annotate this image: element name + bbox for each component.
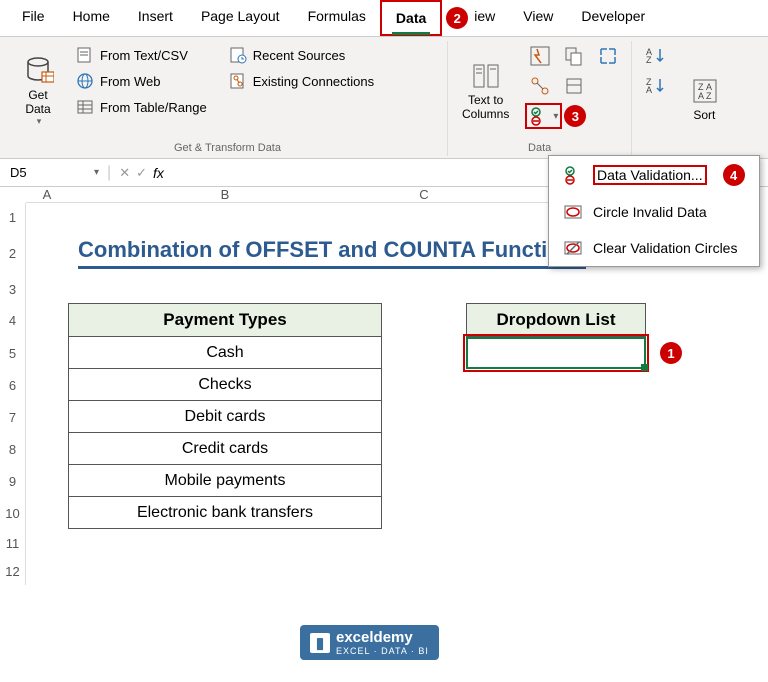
sort-icon: ZAAZ <box>688 76 720 106</box>
sort-desc-button[interactable]: ZA <box>640 73 672 97</box>
enter-formula-icon[interactable]: ✓ <box>136 165 147 181</box>
connections-icon <box>229 72 247 90</box>
recent-icon <box>229 46 247 64</box>
cell-b10[interactable]: Electronic bank transfers <box>68 497 382 529</box>
from-table-range-button[interactable]: From Table/Range <box>70 95 213 119</box>
recent-sources-label: Recent Sources <box>253 48 346 63</box>
consolidate-button[interactable] <box>593 43 623 69</box>
menu-circle-label: Circle Invalid Data <box>593 204 707 220</box>
menu-clear-label: Clear Validation Circles <box>593 240 737 256</box>
col-header-a[interactable]: A <box>26 187 68 203</box>
col-header-c[interactable]: C <box>382 187 466 203</box>
flash-fill-button[interactable] <box>525 43 555 69</box>
row-header-9[interactable]: 9 <box>0 465 26 497</box>
row-header-1[interactable]: 1 <box>0 203 26 231</box>
data-validation-menu: Data Validation... 4 Circle Invalid Data… <box>548 155 760 267</box>
sort-label: Sort <box>693 108 715 122</box>
tab-file[interactable]: File <box>8 0 59 36</box>
row-header-8[interactable]: 8 <box>0 433 26 465</box>
from-table-label: From Table/Range <box>100 100 207 115</box>
menu-dv-label: Data Validation... <box>593 165 707 185</box>
recent-sources-button[interactable]: Recent Sources <box>223 43 380 67</box>
cell-b7[interactable]: Debit cards <box>68 401 382 433</box>
row-header-2[interactable]: 2 <box>0 231 26 275</box>
row-header-12[interactable]: 12 <box>0 557 26 585</box>
text-columns-icon <box>471 61 501 91</box>
row-header-4[interactable]: 4 <box>0 303 26 337</box>
col-header-b[interactable]: B <box>68 187 382 203</box>
svg-text:A: A <box>698 91 704 101</box>
ribbon-tabs: File Home Insert Page Layout Formulas Da… <box>0 0 768 37</box>
sheet-title: Combination of OFFSET and COUNTA Functio… <box>78 237 586 269</box>
menu-clear-circles[interactable]: Clear Validation Circles <box>549 230 759 266</box>
chevron-down-icon: ▾ <box>553 111 558 122</box>
cell-b6[interactable]: Checks <box>68 369 382 401</box>
cell-b5[interactable]: Cash <box>68 337 382 369</box>
tab-data[interactable]: Data <box>380 0 442 36</box>
text-to-columns-label: Text to Columns <box>462 93 509 121</box>
cell-b9[interactable]: Mobile payments <box>68 465 382 497</box>
menu-data-validation[interactable]: Data Validation... 4 <box>549 156 759 194</box>
tab-review[interactable]: iew <box>460 0 509 36</box>
row-header-7[interactable]: 7 <box>0 401 26 433</box>
sort-asc-button[interactable]: AZ <box>640 43 672 67</box>
menu-circle-invalid[interactable]: Circle Invalid Data <box>549 194 759 230</box>
watermark-icon: ▮ <box>310 633 330 653</box>
remove-duplicates-button[interactable] <box>559 43 589 69</box>
tab-view[interactable]: View <box>509 0 567 36</box>
tab-home[interactable]: Home <box>59 0 124 36</box>
ribbon-body: Get Data From Text/CSV From Web From Tab… <box>0 37 768 159</box>
get-data-button[interactable]: Get Data <box>16 41 60 140</box>
tab-pagelayout[interactable]: Page Layout <box>187 0 294 36</box>
from-web-label: From Web <box>100 74 160 89</box>
text-to-columns-button[interactable]: Text to Columns <box>456 41 515 140</box>
sort-button[interactable]: ZAAZ Sort <box>682 41 726 156</box>
clear-circles-icon <box>563 238 583 258</box>
name-box[interactable] <box>6 163 86 182</box>
svg-text:Z: Z <box>706 91 712 101</box>
cancel-formula-icon[interactable]: ✕ <box>119 165 130 181</box>
badge-3: 3 <box>564 105 586 127</box>
data-model-button[interactable] <box>559 73 589 99</box>
database-icon <box>22 54 54 86</box>
group-get-transform-label: Get & Transform Data <box>16 140 439 156</box>
table-icon <box>76 98 94 116</box>
row-header-10[interactable]: 10 <box>0 497 26 529</box>
watermark-name: exceldemy <box>336 629 413 646</box>
svg-text:A: A <box>646 85 652 95</box>
badge-1: 1 <box>660 342 682 364</box>
data-validation-icon <box>563 165 583 185</box>
data-validation-split-button[interactable]: ▾ <box>525 103 562 129</box>
existing-conn-label: Existing Connections <box>253 74 374 89</box>
watermark: ▮ exceldemy EXCEL · DATA · BI <box>300 625 439 660</box>
tab-developer[interactable]: Developer <box>567 0 659 36</box>
globe-icon <box>76 72 94 90</box>
relationships-button[interactable] <box>525 73 555 99</box>
from-text-csv-label: From Text/CSV <box>100 48 188 63</box>
get-data-label: Get Data <box>25 88 50 116</box>
data-validation-icon <box>529 106 551 126</box>
header-payment-types[interactable]: Payment Types <box>68 303 382 337</box>
tab-formulas[interactable]: Formulas <box>294 0 380 36</box>
cell-b8[interactable]: Credit cards <box>68 433 382 465</box>
from-text-csv-button[interactable]: From Text/CSV <box>70 43 213 67</box>
cell-d5-selected[interactable] <box>466 337 646 369</box>
badge-4: 4 <box>723 164 745 186</box>
svg-text:Z: Z <box>646 55 652 65</box>
header-dropdown-list[interactable]: Dropdown List <box>466 303 646 337</box>
circle-invalid-icon <box>563 202 583 222</box>
existing-connections-button[interactable]: Existing Connections <box>223 69 380 93</box>
fx-icon[interactable]: fx <box>153 165 164 181</box>
chevron-down-icon[interactable]: ▾ <box>94 167 99 178</box>
row-header-11[interactable]: 11 <box>0 529 26 557</box>
row-header-5[interactable]: 5 <box>0 337 26 369</box>
from-web-button[interactable]: From Web <box>70 69 213 93</box>
text-file-icon <box>76 46 94 64</box>
row-header-3[interactable]: 3 <box>0 275 26 303</box>
watermark-tag: EXCEL · DATA · BI <box>336 646 429 656</box>
tab-insert[interactable]: Insert <box>124 0 187 36</box>
group-data-label: Data <box>456 140 623 156</box>
row-header-6[interactable]: 6 <box>0 369 26 401</box>
